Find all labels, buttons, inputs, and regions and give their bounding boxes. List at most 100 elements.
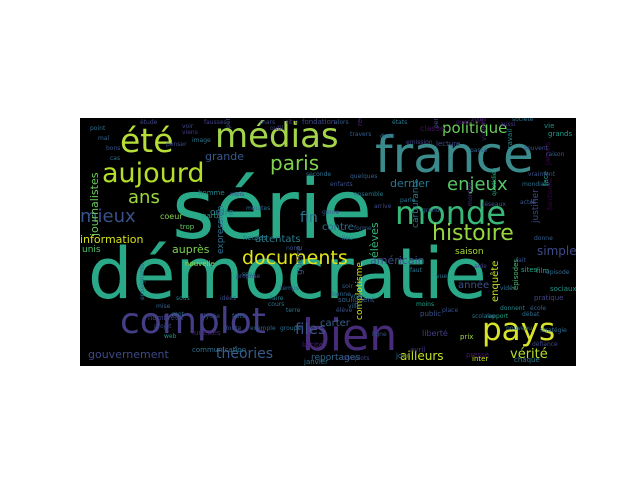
word-31: dernier <box>390 177 430 190</box>
word-51: liberté <box>422 328 448 338</box>
word-112: exemple <box>250 325 276 332</box>
word-151: arrive <box>374 203 392 210</box>
word-cloud-words: sériedémocratiefrancecomplot bienmédiasét… <box>80 118 576 366</box>
word-160: stratégie <box>540 327 567 334</box>
word-154: réseaux <box>482 201 506 208</box>
word-105: terre <box>286 307 301 314</box>
word-165: penser <box>166 141 187 148</box>
word-143: faut <box>410 267 423 274</box>
word-103: moins <box>416 301 434 308</box>
word-62: sociaux <box>550 285 576 293</box>
word-136: groupe <box>280 325 301 332</box>
word-116: scolaire <box>472 313 495 320</box>
word-101: cours <box>268 301 284 308</box>
word-152: parle <box>400 197 416 204</box>
word-41: unis <box>82 245 101 255</box>
word-139: forme <box>354 225 372 232</box>
word-76: recherche <box>356 118 364 126</box>
word-10: aujourd <box>102 158 205 189</box>
word-146: donne <box>534 235 553 242</box>
word-82: personnes <box>433 118 440 128</box>
word-123: questions <box>456 119 485 126</box>
word-89: montrer <box>467 181 474 206</box>
word-132: propose <box>236 273 260 280</box>
word-163: raison <box>546 151 565 158</box>
word-166: point <box>90 125 106 132</box>
word-135: projet <box>154 323 172 330</box>
word-142: vue <box>436 273 447 280</box>
word-30: grande <box>205 150 244 163</box>
word-117: vidéo <box>500 285 517 292</box>
word-50: fondation <box>302 118 335 126</box>
word-164: image <box>192 137 211 144</box>
word-99: élève <box>336 307 353 314</box>
word-33: contre <box>322 222 354 233</box>
word-133: mise <box>156 303 171 310</box>
word-35: année <box>458 279 489 291</box>
word-107: étude <box>140 119 158 126</box>
word-124: mois <box>230 191 244 198</box>
word-57: heures <box>243 234 267 242</box>
word-156: vraiment <box>528 171 556 178</box>
word-28: carter <box>320 318 351 329</box>
word-80: avril <box>410 346 425 354</box>
word-cloud-svg: sériedémocratiefrancecomplot bienmédiasét… <box>80 118 576 366</box>
word-71: pratique <box>534 294 564 302</box>
word-141: nom <box>286 245 299 252</box>
word-40: justifier <box>531 189 541 224</box>
word-95: web <box>164 333 177 340</box>
word-54: vie <box>544 122 554 130</box>
word-38: saison <box>455 247 484 257</box>
word-161: passé <box>470 147 488 154</box>
word-58: laïcité <box>302 341 323 349</box>
word-138: genre <box>322 209 340 216</box>
word-115: soir <box>342 283 353 290</box>
figure-canvas: série démocratie france complot bien médias ét… <box>0 0 640 480</box>
word-140: lieu <box>342 235 353 242</box>
word-169: cas <box>110 155 120 162</box>
word-59: presse <box>466 351 489 359</box>
word-148: enfants <box>330 181 353 188</box>
word-36: auprès <box>172 243 210 256</box>
word-69: lunettes <box>192 329 221 337</box>
word-119: école <box>530 305 546 312</box>
word-72: public <box>420 310 441 318</box>
word-153: grand <box>422 207 440 214</box>
word-66: trop <box>180 223 195 231</box>
word-150: quelques <box>350 173 377 180</box>
word-125: travers <box>350 131 371 138</box>
word-134: mot <box>172 311 185 318</box>
word-159: défiance <box>532 341 558 348</box>
word-155: mondiale <box>522 181 550 188</box>
word-16: ans <box>128 187 160 208</box>
word-118: débat <box>522 311 540 318</box>
word-149: seconde <box>306 171 331 178</box>
word-23: gouvernement <box>88 348 169 361</box>
word-74: travail <box>506 129 514 151</box>
word-63: jour <box>395 352 410 360</box>
word-64: parti <box>202 212 218 220</box>
word-46: coeur <box>160 212 183 221</box>
word-83: quotidien <box>491 168 498 196</box>
word-25: journalistes <box>88 172 101 237</box>
word-77: chaque <box>514 356 540 364</box>
word-122: fausses <box>204 119 227 126</box>
word-109: viens <box>182 129 198 136</box>
word-56: homme <box>198 189 225 197</box>
word-129: complots <box>342 355 369 362</box>
word-145: fait <box>516 257 526 264</box>
word-45: complotisme <box>355 262 365 320</box>
word-88: bonne <box>332 291 351 298</box>
word-47: nouvelle <box>185 260 215 268</box>
word-106: société <box>512 118 534 123</box>
word-108: enseignants <box>139 263 146 300</box>
word-126: ligne <box>372 331 387 338</box>
word-34: enquête <box>489 261 501 302</box>
word-98: actes <box>520 199 536 206</box>
word-131: états <box>392 119 407 126</box>
word-121: minutes <box>246 205 270 212</box>
word-111: doute <box>224 325 242 332</box>
word-127: place <box>442 307 458 314</box>
word-11: histoire <box>432 221 514 246</box>
word-102: faits <box>232 313 245 320</box>
